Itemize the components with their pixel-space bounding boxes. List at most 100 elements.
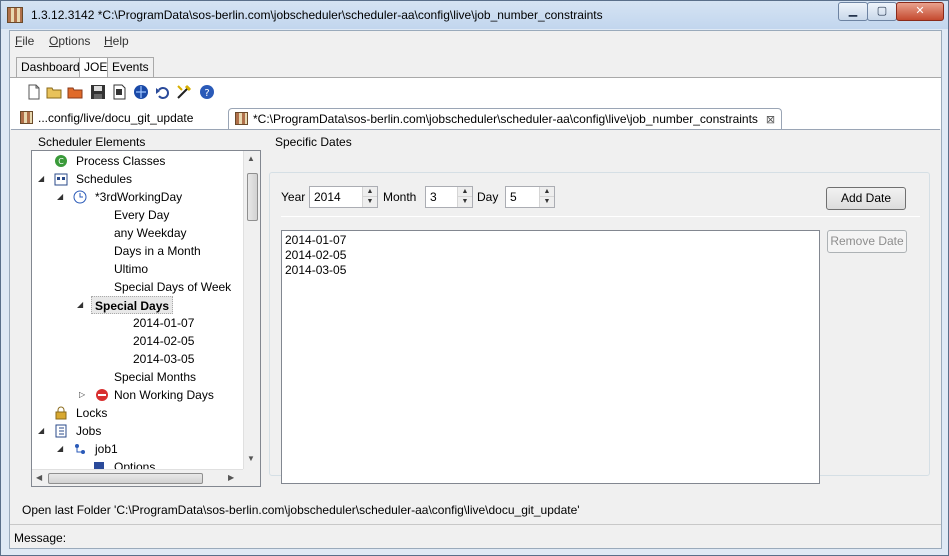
status-info: Open last Folder 'C:\ProgramData\sos-ber… [22, 503, 580, 517]
menu-bar: File Options Help [10, 31, 941, 52]
list-item[interactable]: 2014-01-07 [285, 233, 346, 247]
new-file-icon[interactable] [26, 84, 42, 100]
svg-text:C: C [58, 157, 64, 166]
svg-text:?: ? [204, 88, 209, 99]
tree-item-special-months[interactable]: Special Months [114, 368, 196, 386]
open-remote-folder-icon[interactable] [67, 84, 83, 100]
menu-file[interactable]: File [15, 34, 34, 48]
tree-item-jobs[interactable]: ◢ Jobs [38, 422, 101, 440]
close-icon: ✕ [915, 5, 925, 17]
save-icon[interactable] [90, 84, 106, 100]
tree-item-locks[interactable]: Locks [54, 404, 107, 422]
scroll-left-icon[interactable]: ◀ [36, 473, 42, 482]
spin-down-icon[interactable]: ▼ [458, 197, 472, 207]
undo-icon[interactable] [155, 84, 171, 100]
collapse-icon[interactable]: ◢ [57, 440, 63, 458]
spin-up-icon[interactable]: ▲ [363, 187, 377, 197]
tab-close-icon[interactable]: ⊠ [766, 114, 775, 126]
tab-dashboard[interactable]: Dashboard [16, 57, 85, 77]
maximize-button[interactable]: ▢ [867, 2, 897, 21]
open-folder-icon[interactable] [46, 84, 62, 100]
application-window: 1.3.12.3142 *C:\ProgramData\sos-berlin.c… [0, 0, 949, 556]
tree-item-non-working-days[interactable]: ▷ Non Working Days [79, 386, 214, 404]
editor-tab-job-number-constraints[interactable]: *C:\ProgramData\sos-berlin.com\jobschedu… [228, 108, 783, 129]
spin-up-icon[interactable]: ▲ [458, 187, 472, 197]
tab-events[interactable]: Events [107, 57, 154, 77]
specific-dates-group: Year 2014 ▲ ▼ Month 3 ▲ ▼ Day 5 ▲ ▼ Add Dat… [269, 172, 930, 484]
scheduler-elements-tree[interactable]: C Process Classes ◢ Schedules ◢ *3rdWork… [31, 150, 261, 487]
message-label: Message: [14, 531, 67, 545]
menu-options[interactable]: Options [49, 34, 90, 48]
spin-down-icon[interactable]: ▼ [363, 197, 377, 207]
remove-date-button[interactable]: Remove Date [827, 230, 907, 253]
tree-item-process-classes[interactable]: C Process Classes [54, 152, 165, 170]
spin-down-icon[interactable]: ▼ [540, 197, 554, 207]
tree-item-date-3[interactable]: 2014-03-05 [133, 350, 194, 368]
web-service-icon[interactable] [133, 84, 149, 100]
month-spinner[interactable]: 3 ▲ ▼ [425, 186, 473, 208]
specific-dates-title: Specific Dates [275, 135, 352, 149]
expand-icon[interactable]: ▷ [79, 386, 85, 404]
menu-help[interactable]: Help [104, 34, 129, 48]
tree-item-job1[interactable]: ◢ job1 [57, 440, 118, 458]
tool-icon[interactable] [176, 84, 192, 100]
scroll-up-icon[interactable]: ▲ [247, 154, 255, 163]
scrollbar-corner [243, 469, 260, 486]
app-icon [7, 7, 23, 23]
lock-icon [55, 406, 67, 420]
status-bar: Message: [10, 524, 941, 548]
editor-area: Scheduler Elements C Process Classes ◢ S… [11, 129, 940, 493]
editor-tabs: ...config/live/docu_git_update *C:\Progr… [10, 105, 941, 129]
month-label: Month [383, 190, 417, 204]
dates-list[interactable]: 2014-01-07 2014-02-05 2014-03-05 [281, 230, 820, 484]
tree-horizontal-scrollbar[interactable]: ◀ ▶ [32, 469, 243, 486]
scrollbar-thumb[interactable] [247, 173, 258, 221]
collapse-icon[interactable]: ◢ [38, 170, 44, 188]
tree-item-special-days-of-week[interactable]: Special Days of Week [114, 278, 231, 296]
schedules-icon [54, 173, 68, 186]
job-icon [75, 444, 85, 454]
year-label: Year [281, 190, 306, 204]
help-icon[interactable]: ? [199, 84, 215, 100]
process-class-icon: C [55, 155, 67, 167]
collapse-icon[interactable]: ◢ [38, 422, 44, 440]
title-bar: 1.3.12.3142 *C:\ProgramData\sos-berlin.c… [1, 1, 948, 29]
tree-item-date-1[interactable]: 2014-01-07 [133, 314, 194, 332]
stop-icon [96, 389, 108, 401]
year-spinner[interactable]: 2014 ▲ ▼ [309, 186, 378, 208]
tree-item-date-2[interactable]: 2014-02-05 [133, 332, 194, 350]
scrollbar-thumb[interactable] [48, 473, 203, 484]
minimize-button[interactable]: ▁ [838, 2, 868, 21]
tree-item-every-day[interactable]: Every Day [114, 206, 169, 224]
list-item[interactable]: 2014-02-05 [285, 248, 346, 262]
client-area: File Options Help Dashboard JOE Events ?… [9, 30, 942, 549]
editor-tab-docu-git-update[interactable]: ...config/live/docu_git_update [14, 108, 199, 129]
collapse-icon[interactable]: ◢ [77, 296, 83, 314]
scroll-down-icon[interactable]: ▼ [247, 454, 255, 463]
collapse-icon[interactable]: ◢ [57, 188, 63, 206]
tree-item-days-in-a-month[interactable]: Days in a Month [114, 242, 201, 260]
schedule-icon [73, 190, 87, 204]
tree-vertical-scrollbar[interactable]: ▲ ▼ [243, 151, 260, 469]
file-icon [20, 111, 33, 124]
toolbar: ? [10, 77, 941, 105]
window-title: 1.3.12.3142 *C:\ProgramData\sos-berlin.c… [31, 8, 603, 22]
save-as-icon[interactable] [111, 84, 127, 100]
maximize-icon: ▢ [876, 5, 888, 17]
tree-item-schedules[interactable]: ◢ Schedules [38, 170, 132, 188]
file-icon [235, 112, 248, 125]
scroll-right-icon[interactable]: ▶ [228, 473, 234, 482]
minimize-icon: ▁ [848, 5, 858, 17]
spin-up-icon[interactable]: ▲ [540, 187, 554, 197]
list-item[interactable]: 2014-03-05 [285, 263, 346, 277]
tree-item-any-weekday[interactable]: any Weekday [114, 224, 187, 242]
day-label: Day [477, 190, 499, 204]
close-button[interactable]: ✕ [896, 2, 944, 21]
jobs-icon [55, 424, 67, 438]
separator [281, 216, 920, 217]
add-date-button[interactable]: Add Date [826, 187, 906, 210]
tree-item-3rd-working-day[interactable]: ◢ *3rdWorkingDay [57, 188, 182, 206]
tree-item-special-days[interactable]: Special Days [91, 296, 174, 314]
day-spinner[interactable]: 5 ▲ ▼ [505, 186, 555, 208]
tree-item-ultimo[interactable]: Ultimo [114, 260, 148, 278]
